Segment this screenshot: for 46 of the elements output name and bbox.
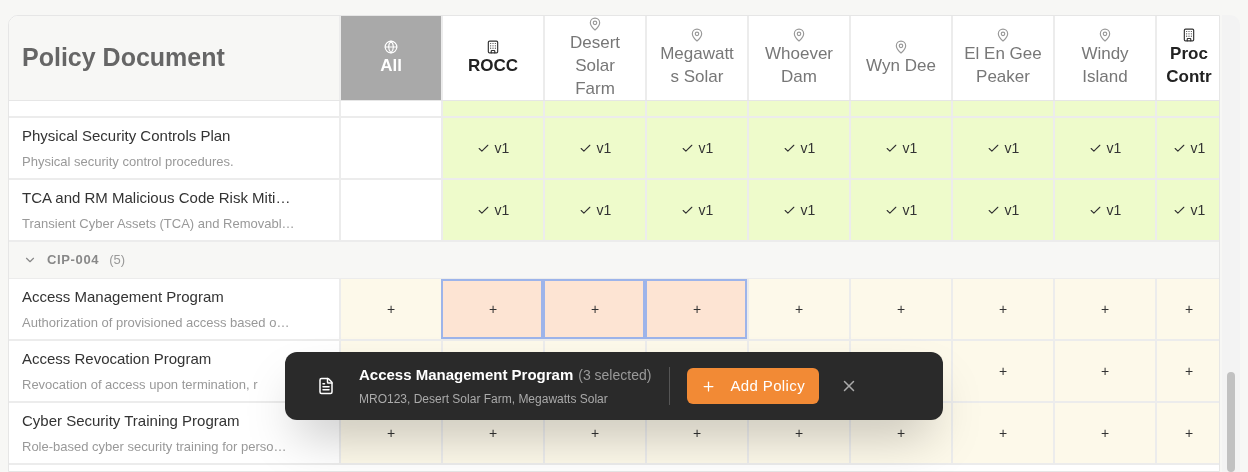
- policy-title: Access Revocation Program: [22, 349, 213, 369]
- policy-description: Role-based cyber security training for perso…: [22, 437, 288, 456]
- matrix-cell[interactable]: v1: [543, 180, 645, 240]
- matrix-cell[interactable]: v1: [849, 180, 951, 240]
- group-name: CIP-004: [47, 251, 100, 270]
- matrix-cell[interactable]: v1: [849, 118, 951, 178]
- matrix-cell[interactable]: +: [645, 279, 747, 339]
- policy-description: Physical security control procedures.: [22, 152, 235, 171]
- matrix-cell[interactable]: v1: [645, 118, 747, 178]
- matrix-cell[interactable]: +: [441, 279, 543, 339]
- matrix-cell[interactable]: v1: [1155, 180, 1219, 240]
- matrix-cell[interactable]: +: [1155, 403, 1219, 463]
- matrix-cell[interactable]: +: [849, 279, 951, 339]
- matrix-cell[interactable]: +: [1053, 279, 1155, 339]
- matrix-cell[interactable]: +: [951, 403, 1053, 463]
- table-title: Policy Document: [22, 42, 225, 74]
- matrix-cell[interactable]: v1: [951, 118, 1053, 178]
- policy-description: Authorization of provisioned access based o…: [22, 313, 291, 332]
- matrix-cell[interactable]: v1: [441, 118, 543, 178]
- matrix-cell[interactable]: v1: [441, 180, 543, 240]
- matrix-cell[interactable]: v1: [747, 118, 849, 178]
- policy-title: TCA and RM Malicious Code Risk Miti…: [22, 188, 292, 208]
- matrix-cell[interactable]: v1: [1053, 118, 1155, 178]
- policy-title: Access Management Program: [22, 287, 225, 307]
- matrix-cell[interactable]: +: [543, 279, 645, 339]
- matrix-cell[interactable]: +: [951, 279, 1053, 339]
- matrix-cell[interactable]: +: [1053, 341, 1155, 401]
- policy-title: Physical Security Controls Plan: [22, 126, 232, 146]
- matrix-cell[interactable]: +: [1155, 279, 1219, 339]
- matrix-cell[interactable]: +: [747, 279, 849, 339]
- matrix-cell[interactable]: v1: [1155, 118, 1219, 178]
- toast-title: Access Management Program: [359, 365, 574, 386]
- matrix-cell[interactable]: +: [1155, 341, 1219, 401]
- policy-description: Revocation of access upon termination, r: [22, 375, 259, 394]
- matrix-cell[interactable]: v1: [543, 118, 645, 178]
- policy-title: Cyber Security Training Program: [22, 411, 241, 431]
- matrix-cell[interactable]: +: [339, 279, 441, 339]
- matrix-cell[interactable]: +: [951, 341, 1053, 401]
- matrix-cell[interactable]: v1: [1053, 180, 1155, 240]
- group-count: (5): [109, 251, 126, 270]
- policy-description: Transient Cyber Assets (TCA) and Removabl…: [22, 214, 296, 233]
- selected-count: (3 selected): [578, 366, 652, 386]
- matrix-cell[interactable]: +: [1053, 403, 1155, 463]
- matrix-cell[interactable]: v1: [747, 180, 849, 240]
- matrix-cell[interactable]: v1: [645, 180, 747, 240]
- matrix-cell[interactable]: v1: [951, 180, 1053, 240]
